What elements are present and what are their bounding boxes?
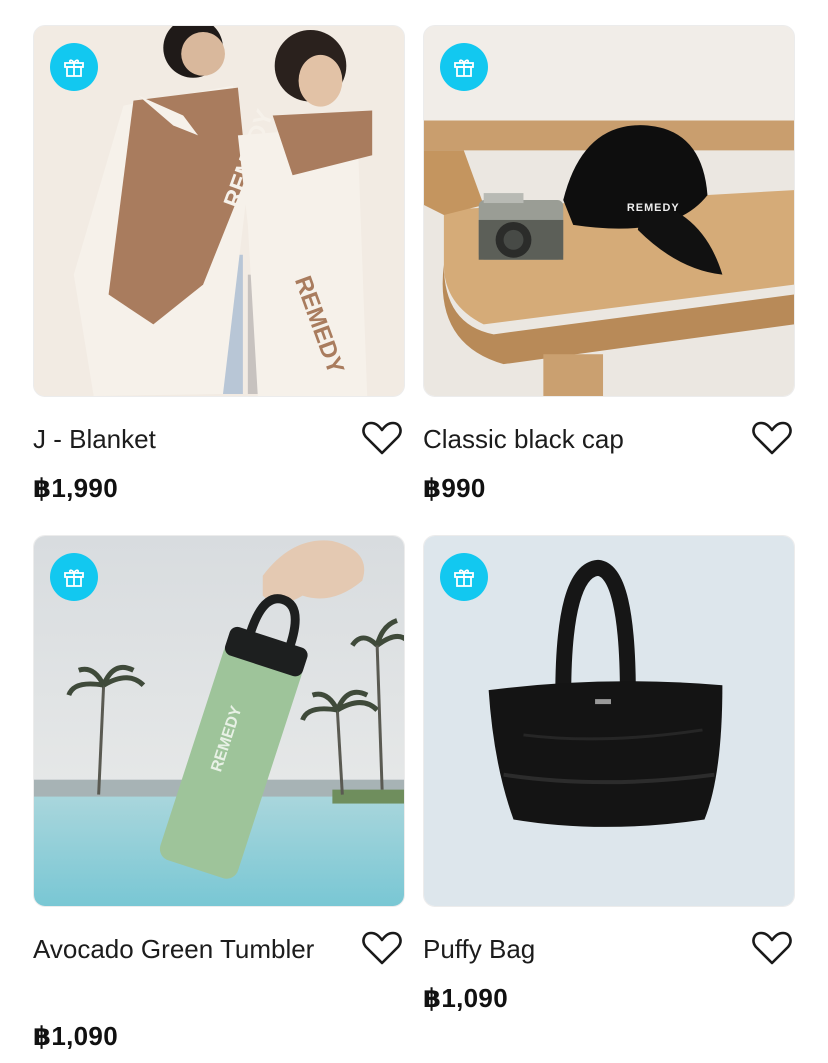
product-price: ฿990 bbox=[423, 473, 486, 503]
gift-icon bbox=[64, 59, 84, 77]
product-image-cap[interactable]: REMEDY bbox=[423, 25, 795, 397]
product-name[interactable]: Avocado Green Tumbler bbox=[33, 927, 353, 971]
product-name[interactable]: J - Blanket bbox=[33, 417, 353, 461]
product-card[interactable]: REMEDY Avocado Green Tumbler ฿1,090 bbox=[33, 535, 405, 1051]
gift-badge[interactable] bbox=[440, 553, 488, 601]
gift-icon bbox=[454, 569, 474, 587]
product-card[interactable]: REMEDY Classic black cap ฿990 bbox=[423, 25, 795, 503]
product-image-bag[interactable] bbox=[423, 535, 795, 907]
gift-badge[interactable] bbox=[50, 553, 98, 601]
gift-badge[interactable] bbox=[50, 43, 98, 91]
product-price: ฿1,990 bbox=[33, 473, 118, 503]
heart-outline-icon[interactable] bbox=[361, 419, 403, 457]
product-image-blanket[interactable]: REMEDY REMEDY bbox=[33, 25, 405, 397]
heart-outline-icon[interactable] bbox=[751, 419, 793, 457]
heart-outline-icon[interactable] bbox=[361, 929, 403, 967]
product-grid: REMEDY REMEDY J - Blanket ฿1,990 REMEDY … bbox=[0, 0, 828, 1063]
gift-icon bbox=[454, 59, 474, 77]
product-name[interactable]: Classic black cap bbox=[423, 417, 743, 461]
heart-outline-icon[interactable] bbox=[751, 929, 793, 967]
product-image-tumbler[interactable]: REMEDY bbox=[33, 535, 405, 907]
product-price: ฿1,090 bbox=[423, 983, 508, 1013]
product-name[interactable]: Puffy Bag bbox=[423, 927, 743, 971]
product-card[interactable]: Puffy Bag ฿1,090 bbox=[423, 535, 795, 1013]
gift-icon bbox=[64, 569, 84, 587]
product-price: ฿1,090 bbox=[33, 1021, 118, 1051]
product-card[interactable]: REMEDY REMEDY J - Blanket ฿1,990 bbox=[33, 25, 405, 503]
gift-badge[interactable] bbox=[440, 43, 488, 91]
cap-print: REMEDY bbox=[627, 202, 680, 214]
